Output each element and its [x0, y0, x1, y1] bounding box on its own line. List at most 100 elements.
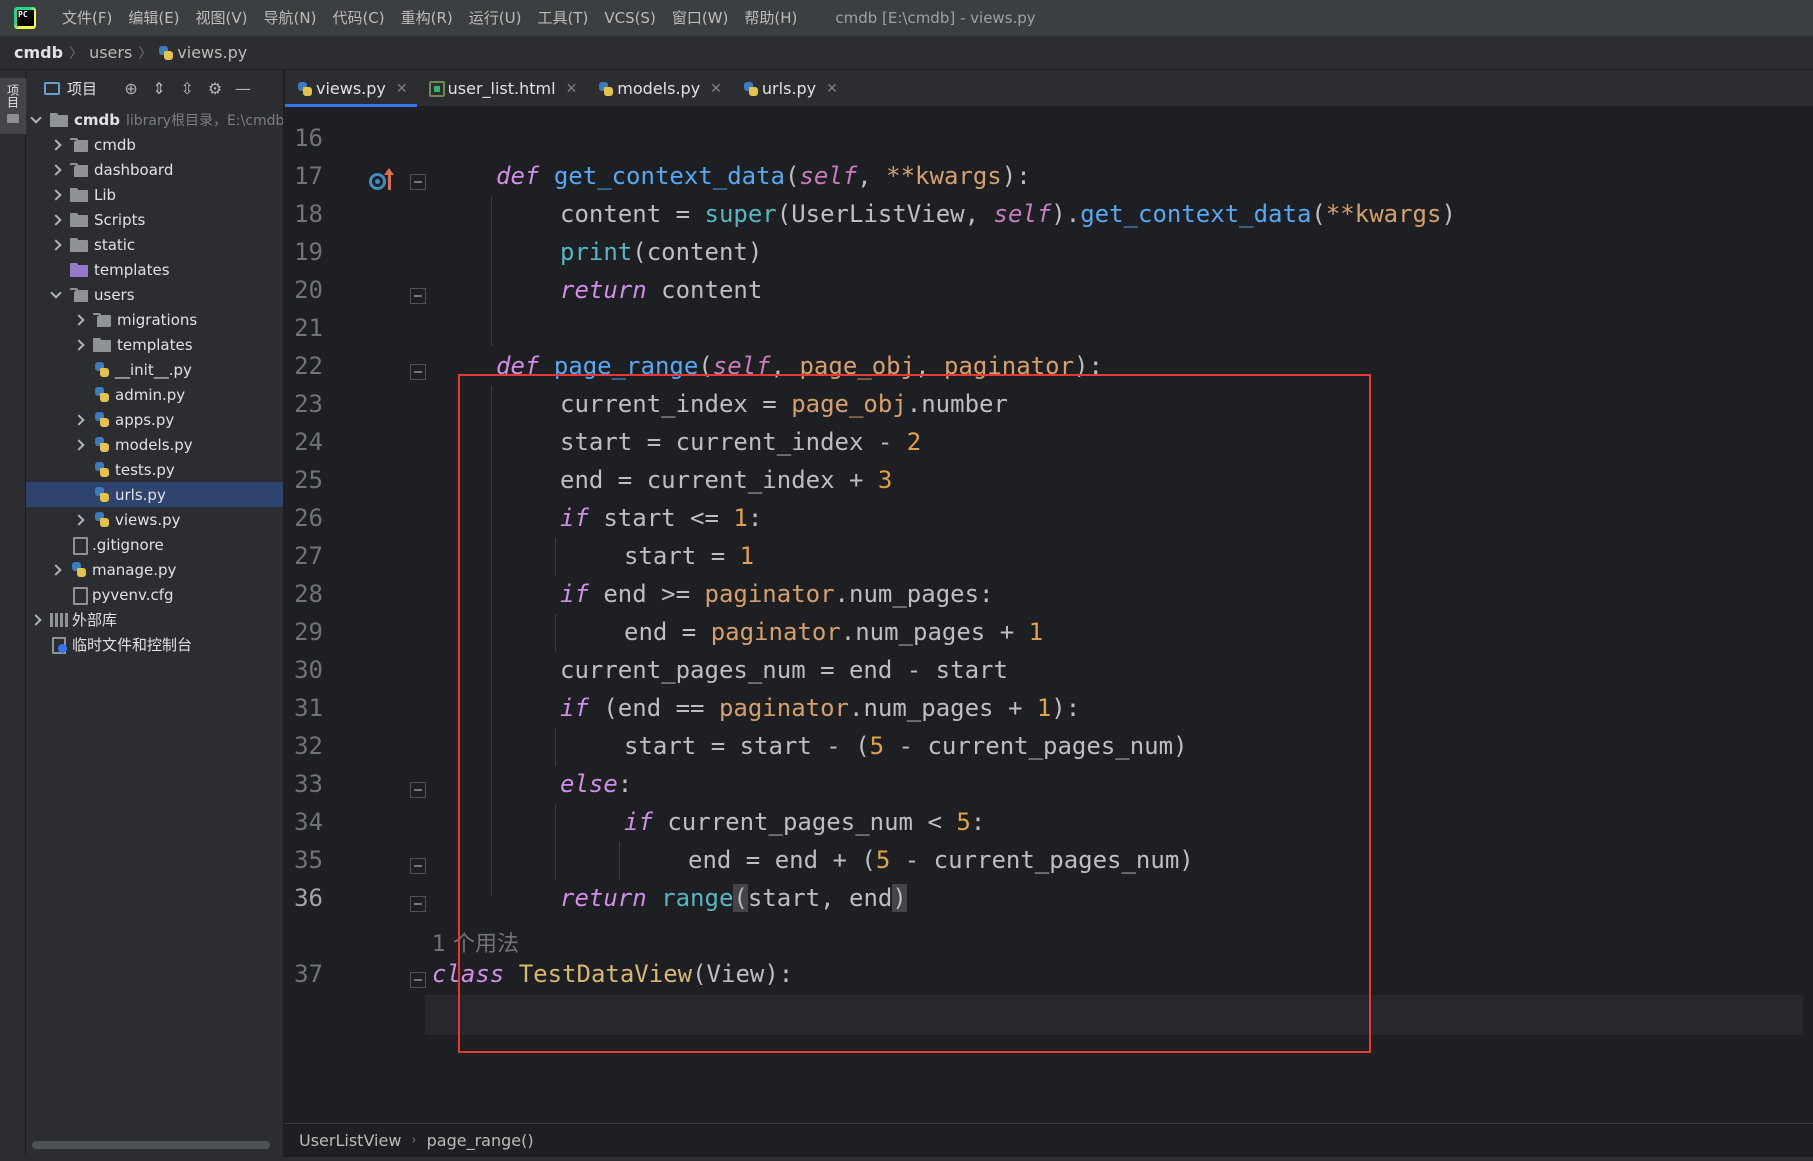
tree-item-gitignore[interactable]: .gitignore	[26, 532, 283, 557]
tree-item-static[interactable]: static	[26, 232, 283, 257]
tree-item-label: 临时文件和控制台	[72, 636, 193, 654]
tree-item-label: dashboard	[94, 160, 174, 179]
chevron-right-icon[interactable]	[50, 564, 62, 576]
folder-icon	[50, 112, 68, 127]
chevron-right-icon[interactable]	[50, 189, 62, 201]
tree-item-admin-py[interactable]: admin.py	[26, 382, 283, 407]
chevron-right-icon[interactable]	[73, 514, 85, 526]
chevron-right-icon[interactable]	[50, 139, 62, 151]
menu-window[interactable]: 窗口(W)	[664, 0, 737, 36]
tree-item-cmdb[interactable]: cmdb	[26, 132, 283, 157]
close-icon[interactable]: ✕	[566, 81, 578, 97]
tree-item-models-py[interactable]: models.py	[26, 432, 283, 457]
breadcrumb-folder[interactable]: users	[89, 43, 132, 62]
tab-views-py[interactable]: views.py ✕	[285, 70, 417, 107]
tab-label: user_list.html	[447, 79, 556, 98]
locate-file-icon[interactable]: ⊕	[117, 75, 145, 103]
tab-models-py[interactable]: models.py ✕	[586, 70, 731, 107]
chevron-right-icon[interactable]	[73, 414, 85, 426]
menu-file[interactable]: 文件(F)	[54, 0, 120, 36]
vertical-scrollbar[interactable]	[1803, 108, 1813, 1123]
fold-marker-icon[interactable]	[410, 174, 426, 190]
library-icon	[50, 612, 68, 627]
minimize-icon[interactable]: —	[229, 75, 257, 103]
menu-run[interactable]: 运行(U)	[461, 0, 530, 36]
menu-navigate[interactable]: 导航(N)	[256, 0, 325, 36]
tree-item-dashboard[interactable]: dashboard	[26, 157, 283, 182]
menu-code[interactable]: 代码(C)	[324, 0, 392, 36]
fold-marker-icon[interactable]	[410, 858, 426, 874]
tree-item-scratches[interactable]: 临时文件和控制台	[26, 632, 283, 657]
tree-item-users-templates[interactable]: templates	[26, 332, 283, 357]
line-number: 22	[294, 352, 323, 380]
tree-item-migrations[interactable]: migrations	[26, 307, 283, 332]
fold-marker-icon[interactable]	[410, 364, 426, 380]
tree-item-manage-py[interactable]: manage.py	[26, 557, 283, 582]
tree-item-views-py[interactable]: views.py	[26, 507, 283, 532]
package-folder-icon	[93, 312, 111, 327]
chevron-down-icon[interactable]	[50, 289, 62, 301]
expand-all-icon[interactable]: ⇕	[145, 75, 173, 103]
tree-item-label: users	[94, 285, 135, 304]
menu-tools[interactable]: 工具(T)	[529, 0, 596, 36]
close-icon[interactable]: ✕	[826, 81, 838, 97]
tree-item-users[interactable]: users	[26, 282, 283, 307]
tree-item-tests-py[interactable]: tests.py	[26, 457, 283, 482]
chevron-right-icon[interactable]	[50, 164, 62, 176]
chevron-right-icon[interactable]	[50, 214, 62, 226]
tree-item-cmdb-root[interactable]: cmdb library根目录，E:\cmdb	[26, 107, 283, 132]
fold-marker-icon[interactable]	[410, 972, 426, 988]
menu-vcs[interactable]: VCS(S)	[596, 0, 663, 36]
menu-help[interactable]: 帮助(H)	[736, 0, 805, 36]
code-line-26: if start <= 1:	[560, 504, 763, 532]
tree-item-external-libs[interactable]: 外部库	[26, 607, 283, 632]
chevron-right-icon[interactable]	[73, 339, 85, 351]
chevron-right-icon[interactable]	[73, 314, 85, 326]
tree-item-apps-py[interactable]: apps.py	[26, 407, 283, 432]
gear-icon[interactable]: ⚙	[201, 75, 229, 103]
tree-item-pyvenv-cfg[interactable]: pyvenv.cfg	[26, 582, 283, 607]
tree-item-urls-py[interactable]: urls.py	[26, 482, 283, 507]
fold-marker-icon[interactable]	[410, 896, 426, 912]
python-file-icon	[598, 81, 614, 97]
breadcrumb-root[interactable]: cmdb	[14, 43, 63, 62]
python-file-icon	[93, 461, 111, 479]
menu-view[interactable]: 视图(V)	[188, 0, 256, 36]
chevron-right-icon[interactable]	[30, 614, 42, 626]
breadcrumb-separator-icon: 〉	[69, 45, 84, 62]
python-file-icon	[743, 81, 759, 97]
breadcrumb-file[interactable]: views.py	[177, 43, 247, 62]
tab-urls-py[interactable]: urls.py ✕	[731, 70, 847, 107]
code-editor[interactable]: 16 17 18 19 20 21 22 23 24 25 26 27 28 2…	[285, 108, 1813, 1123]
horizontal-scrollbar[interactable]	[32, 1141, 270, 1149]
menu-edit[interactable]: 编辑(E)	[120, 0, 187, 36]
breadcrumb-class[interactable]: UserListView	[299, 1131, 401, 1150]
tab-user-list-html[interactable]: user_list.html ✕	[417, 70, 587, 107]
fold-marker-icon[interactable]	[410, 288, 426, 304]
tree-item-templates[interactable]: templates	[26, 257, 283, 282]
python-file-icon	[93, 411, 111, 429]
code-line-22: def page_range(self, page_obj, paginator…	[496, 352, 1103, 380]
usage-hint[interactable]: 1 个用法	[432, 926, 519, 958]
chevron-right-icon[interactable]	[73, 439, 85, 451]
menu-refactor[interactable]: 重构(R)	[393, 0, 461, 36]
project-tool-button[interactable]: 项目	[0, 78, 26, 134]
breadcrumb-method[interactable]: page_range()	[427, 1131, 534, 1150]
line-number: 29	[294, 618, 323, 646]
python-file-icon	[297, 81, 313, 97]
code-line-37: class TestDataView(View):	[432, 960, 794, 988]
line-number-current: 36	[294, 884, 323, 912]
close-icon[interactable]: ✕	[396, 81, 408, 97]
chevron-right-icon[interactable]	[50, 239, 62, 251]
close-icon[interactable]: ✕	[710, 81, 722, 97]
project-panel-title[interactable]: 项目	[67, 78, 97, 99]
python-file-icon	[93, 486, 111, 504]
tree-item-init-py[interactable]: __init__.py	[26, 357, 283, 382]
tree-item-scripts[interactable]: Scripts	[26, 207, 283, 232]
chevron-down-icon[interactable]	[30, 114, 42, 126]
fold-marker-icon[interactable]	[410, 782, 426, 798]
tab-label: urls.py	[761, 79, 817, 98]
tree-item-lib[interactable]: Lib	[26, 182, 283, 207]
collapse-all-icon[interactable]: ⇳	[173, 75, 201, 103]
